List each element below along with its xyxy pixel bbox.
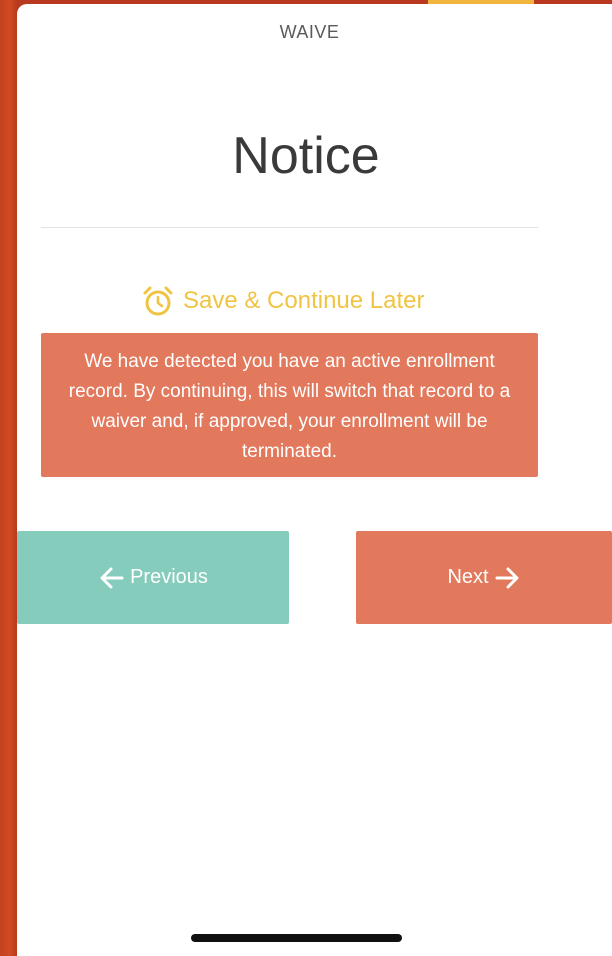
- app-title: WAIVE: [279, 22, 340, 42]
- enrollment-warning-box: We have detected you have an active enro…: [41, 333, 538, 477]
- next-button-label: Next: [447, 566, 489, 588]
- save-continue-later-label: Save & Continue Later: [183, 287, 425, 314]
- app-screen: WAIVE Notice Save & Continue Later We ha…: [17, 4, 612, 956]
- previous-button[interactable]: Previous: [17, 531, 289, 624]
- arrow-left-icon: [100, 567, 124, 588]
- next-button[interactable]: Next: [356, 531, 612, 624]
- device-bezel: [0, 0, 17, 956]
- home-indicator[interactable]: [191, 934, 402, 942]
- save-continue-later-link[interactable]: Save & Continue Later: [141, 284, 425, 318]
- enrollment-warning-text: We have detected you have an active enro…: [68, 351, 511, 462]
- alarm-clock-icon: [143, 286, 173, 316]
- arrow-right-icon: [495, 567, 519, 588]
- previous-button-label: Previous: [130, 566, 208, 588]
- page-title: Notice: [232, 127, 380, 185]
- divider: [41, 227, 538, 228]
